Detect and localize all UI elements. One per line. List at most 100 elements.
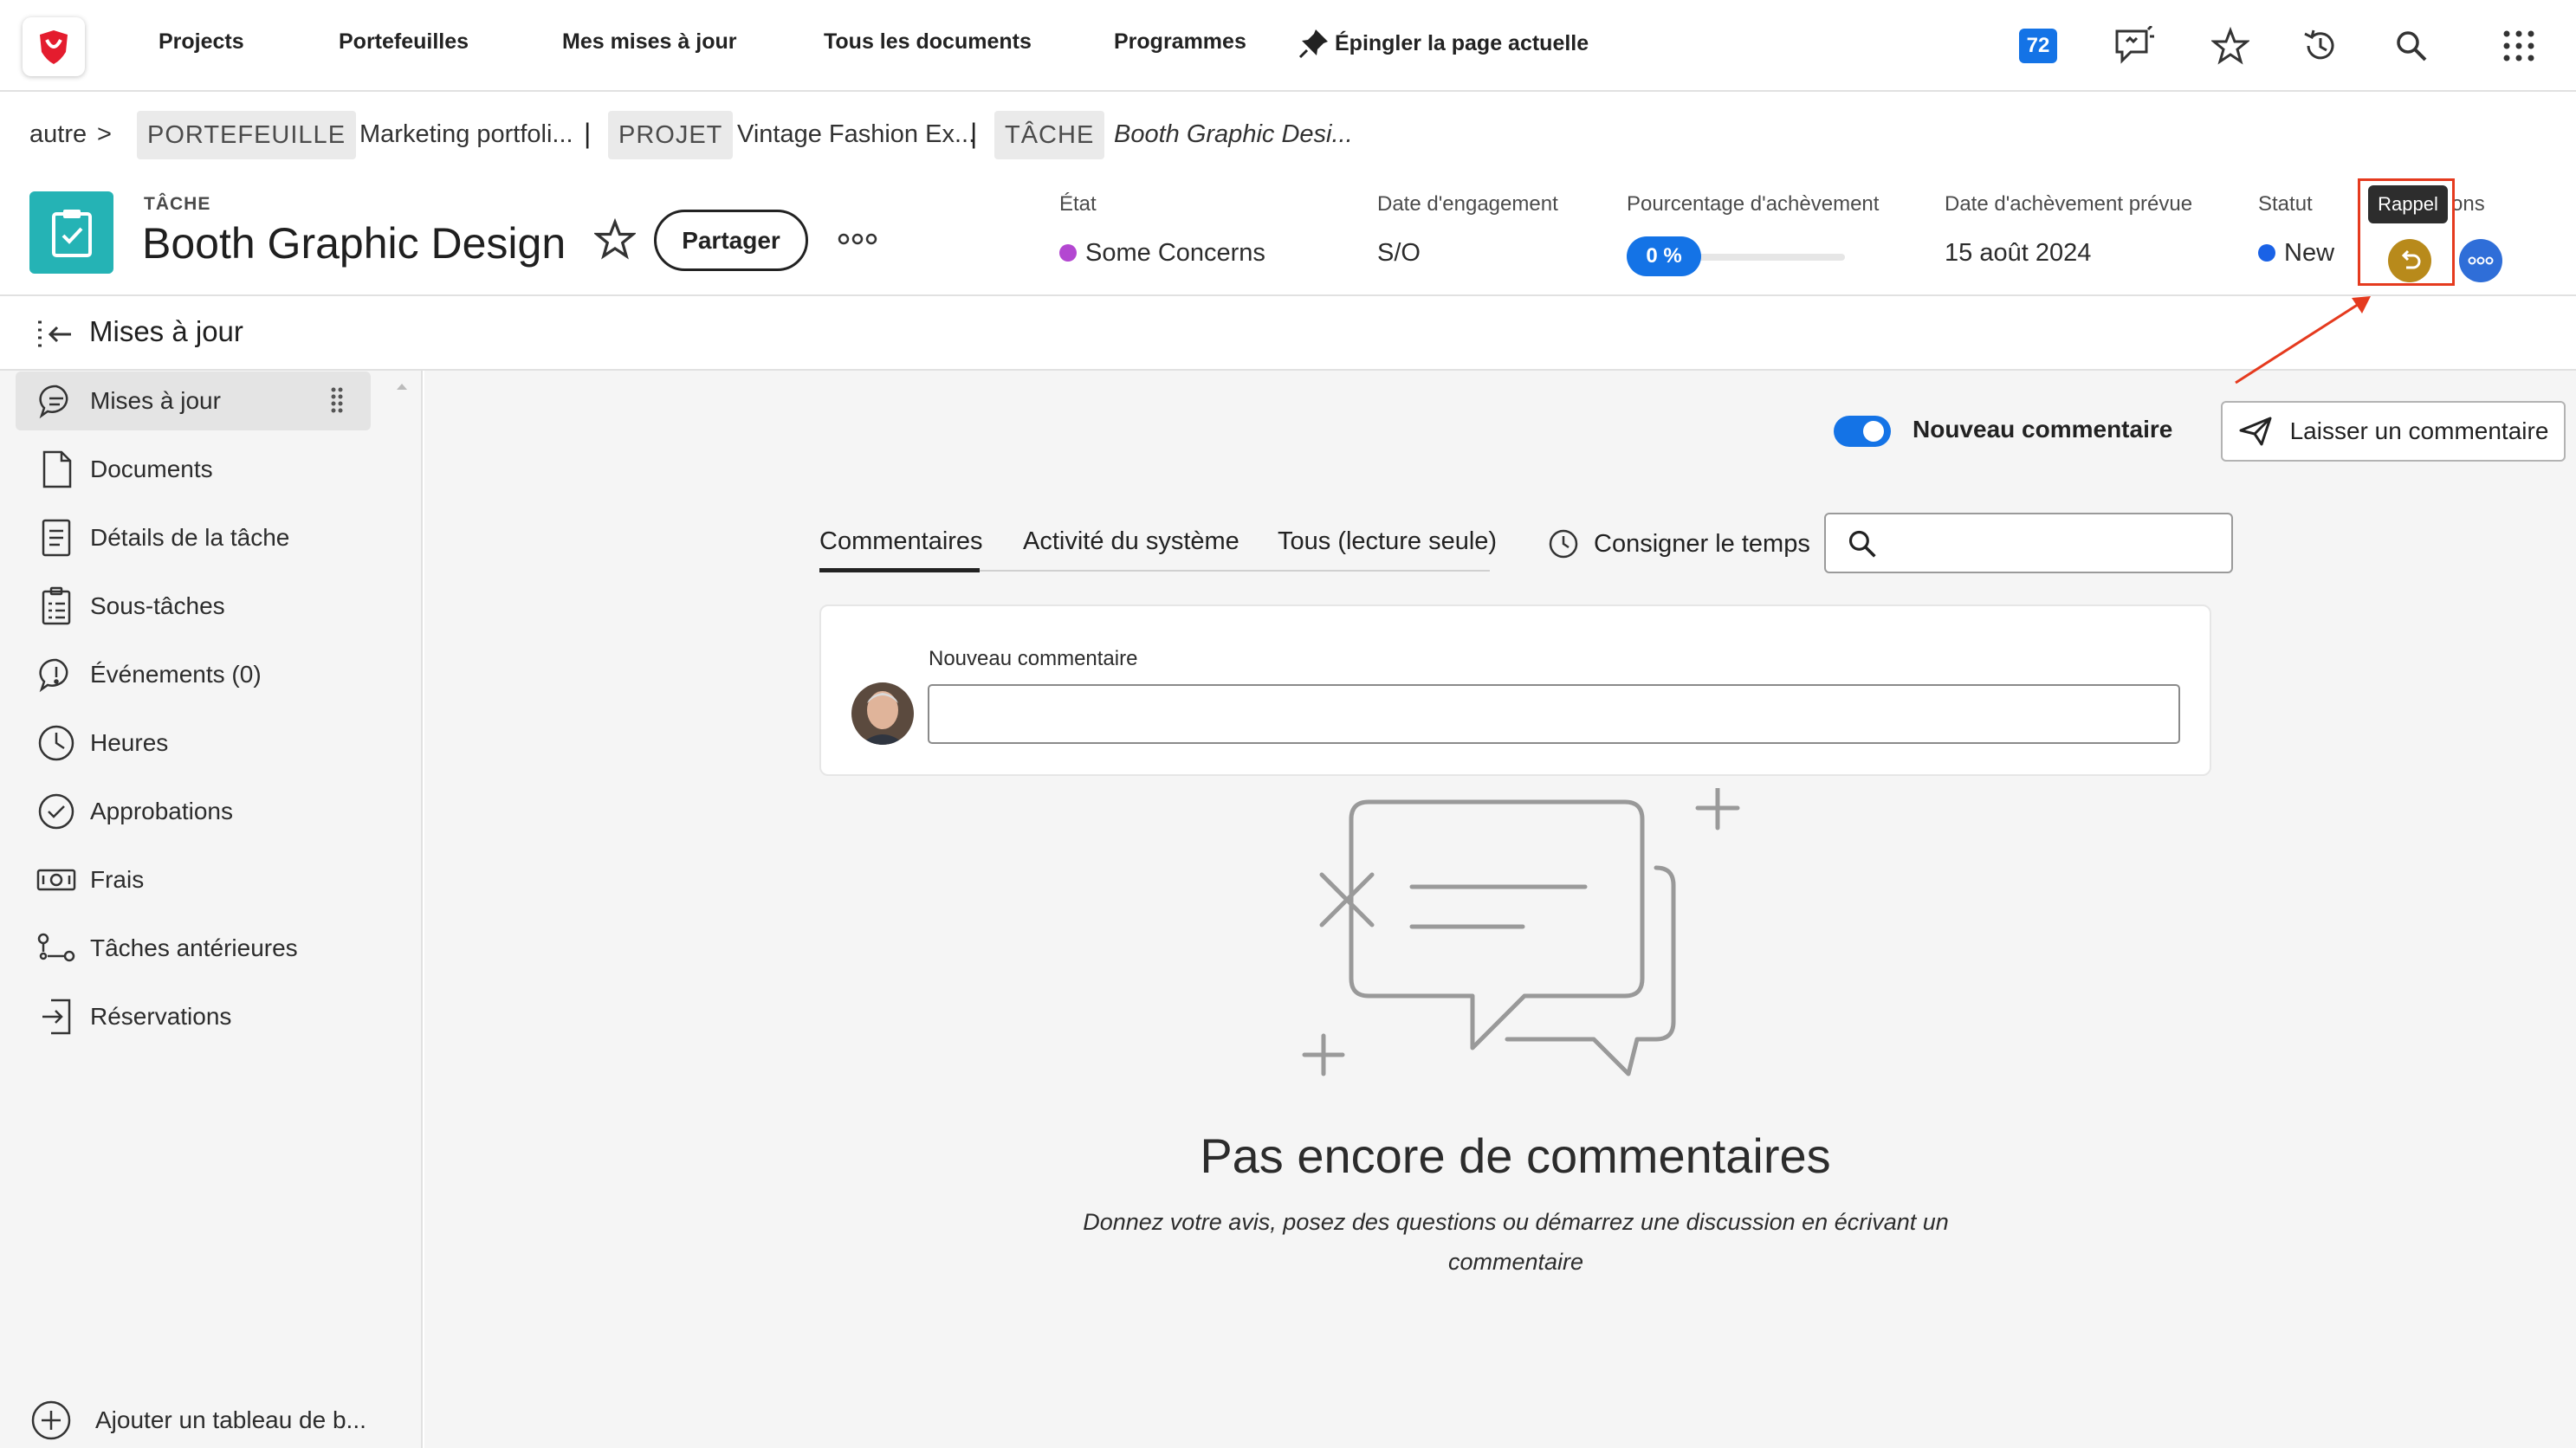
sidebar-item-expenses[interactable]: Frais xyxy=(35,850,144,909)
nav-programs[interactable]: Programmes xyxy=(1114,29,1246,55)
percent-progress-track xyxy=(1680,254,1845,261)
breadcrumb-root[interactable]: autre xyxy=(29,120,87,149)
recall-icon xyxy=(2401,249,2421,269)
more-options-icon[interactable] xyxy=(837,230,878,248)
clock-icon xyxy=(35,721,78,765)
app-logo[interactable] xyxy=(23,17,85,76)
sidebar-item-hours[interactable]: Heures xyxy=(35,714,168,772)
workfront-logo-icon xyxy=(40,30,68,64)
commit-date-label: Date d'engagement xyxy=(1377,192,1558,216)
star-icon[interactable] xyxy=(2207,23,2254,69)
comment-field-label: Nouveau commentaire xyxy=(929,647,1138,670)
condition-text: Some Concerns xyxy=(1085,239,1265,267)
whats-new-icon[interactable] xyxy=(2110,23,2157,69)
tab-system-activity[interactable]: Activité du système xyxy=(1023,527,1239,556)
booking-icon xyxy=(35,995,78,1038)
percent-complete-value[interactable]: 0 % xyxy=(1627,236,1701,276)
annotation-arrow xyxy=(2235,296,2371,385)
pin-page-button[interactable]: Épingler la page actuelle xyxy=(1297,26,1589,61)
share-button[interactable]: Partager xyxy=(654,210,808,271)
comment-input[interactable] xyxy=(928,684,2180,744)
status-text: New xyxy=(2284,239,2335,267)
search-icon[interactable] xyxy=(2388,23,2435,69)
sidebar-item-label: Détails de la tâche xyxy=(90,524,290,551)
nav-portfolios[interactable]: Portefeuilles xyxy=(339,29,469,55)
condition-label: État xyxy=(1059,192,1097,216)
history-icon[interactable] xyxy=(2297,23,2344,69)
sidebar-item-updates[interactable]: Mises à jour xyxy=(35,372,221,430)
send-icon xyxy=(2239,417,2272,446)
panel-header-bar xyxy=(0,294,2576,371)
tab-comments[interactable]: Commentaires xyxy=(819,527,983,556)
notifications-badge[interactable]: 72 xyxy=(2019,29,2057,63)
breadcrumb-chevron: > xyxy=(97,120,112,148)
sidebar-item-task-details[interactable]: Détails de la tâche xyxy=(35,508,289,567)
sidebar-item-label: Réservations xyxy=(90,1003,232,1030)
sidebar-item-bookings[interactable]: Réservations xyxy=(35,987,231,1046)
condition-value[interactable]: Some Concerns xyxy=(1059,239,1265,268)
sidebar-item-predecessors[interactable]: Tâches antérieures xyxy=(35,919,298,978)
pin-icon xyxy=(1298,29,1328,59)
task-type-icon xyxy=(29,191,113,274)
sidebar-item-subtasks[interactable]: Sous-tâches xyxy=(35,577,225,636)
pin-page-label: Épingler la page actuelle xyxy=(1335,30,1589,55)
breadcrumb-separator: | xyxy=(584,118,592,149)
leave-comment-button[interactable]: Laisser un commentaire xyxy=(2221,401,2566,462)
page-title: Booth Graphic Design xyxy=(142,219,566,268)
sidebar-item-approvals[interactable]: Approbations xyxy=(35,782,233,841)
condition-dot xyxy=(1059,244,1077,262)
scroll-up-icon[interactable] xyxy=(395,381,409,391)
empty-state-title: Pas encore de commentaires xyxy=(1200,1128,1831,1183)
status-value[interactable]: New xyxy=(2258,239,2334,268)
sidebar-item-documents[interactable]: Documents xyxy=(35,440,213,499)
chat-bubble-icon xyxy=(35,379,78,423)
sidebar-item-label: Heures xyxy=(90,729,169,756)
predecessor-icon xyxy=(35,927,78,970)
sidebar-item-label: Tâches antérieures xyxy=(90,934,298,961)
nav-my-updates[interactable]: Mes mises à jour xyxy=(562,29,736,55)
object-type-label: TÂCHE xyxy=(144,194,211,214)
commit-date-value: S/O xyxy=(1377,239,1421,267)
add-dashboard-button[interactable]: Ajouter un tableau de b... xyxy=(29,1396,366,1445)
sidebar-item-label: Événements (0) xyxy=(90,661,262,688)
actions-label: ons xyxy=(2451,192,2485,216)
nav-all-documents[interactable]: Tous les documents xyxy=(824,29,1032,55)
document-icon xyxy=(35,448,78,491)
log-time-button[interactable]: Consigner le temps xyxy=(1547,526,1810,562)
breadcrumb-separator: | xyxy=(970,118,978,149)
plus-circle-icon xyxy=(29,1399,73,1442)
search-input[interactable] xyxy=(1824,513,2233,573)
add-dashboard-label: Ajouter un tableau de b... xyxy=(95,1406,366,1433)
alert-bubble-icon xyxy=(35,653,78,696)
check-circle-icon xyxy=(35,790,78,833)
breadcrumb-project[interactable]: Vintage Fashion Ex... xyxy=(737,120,975,149)
toggle-knob xyxy=(1863,421,1884,442)
status-label: Statut xyxy=(2258,192,2313,216)
nav-projects[interactable]: Projects xyxy=(159,29,244,55)
app-grid-icon[interactable] xyxy=(2495,23,2542,69)
panel-title: Mises à jour xyxy=(89,315,243,347)
empty-comments-illustration-icon xyxy=(1302,788,1740,1076)
clock-icon xyxy=(1549,529,1578,559)
log-time-label: Consigner le temps xyxy=(1594,529,1810,558)
subtasks-icon xyxy=(35,585,78,628)
collapse-panel-icon[interactable] xyxy=(35,317,74,352)
new-comment-toggle-label: Nouveau commentaire xyxy=(1913,416,2173,443)
empty-state-subtitle: Donnez votre avis, posez des questions o… xyxy=(1083,1209,1949,1275)
breadcrumb-portfolio-tag: PORTEFEUILLE xyxy=(137,111,357,159)
details-icon xyxy=(35,516,78,559)
drag-handle-icon[interactable] xyxy=(331,386,343,414)
breadcrumb-task: Booth Graphic Desi... xyxy=(1114,120,1353,148)
recall-button[interactable] xyxy=(2388,239,2431,282)
money-icon xyxy=(35,858,78,902)
sidebar-item-issues[interactable]: Événements (0) xyxy=(35,645,262,704)
breadcrumb-project-tag: PROJET xyxy=(608,111,734,159)
search-icon xyxy=(1848,530,1876,558)
leave-comment-label: Laisser un commentaire xyxy=(2289,417,2549,444)
favorite-star-icon[interactable] xyxy=(594,218,636,260)
more-actions-button[interactable] xyxy=(2459,239,2502,282)
planned-date-value: 15 août 2024 xyxy=(1945,239,2092,267)
tab-all-read-only[interactable]: Tous (lecture seule) xyxy=(1278,527,1497,556)
status-dot xyxy=(2258,244,2275,262)
breadcrumb-portfolio[interactable]: Marketing portfoli... xyxy=(359,120,573,149)
